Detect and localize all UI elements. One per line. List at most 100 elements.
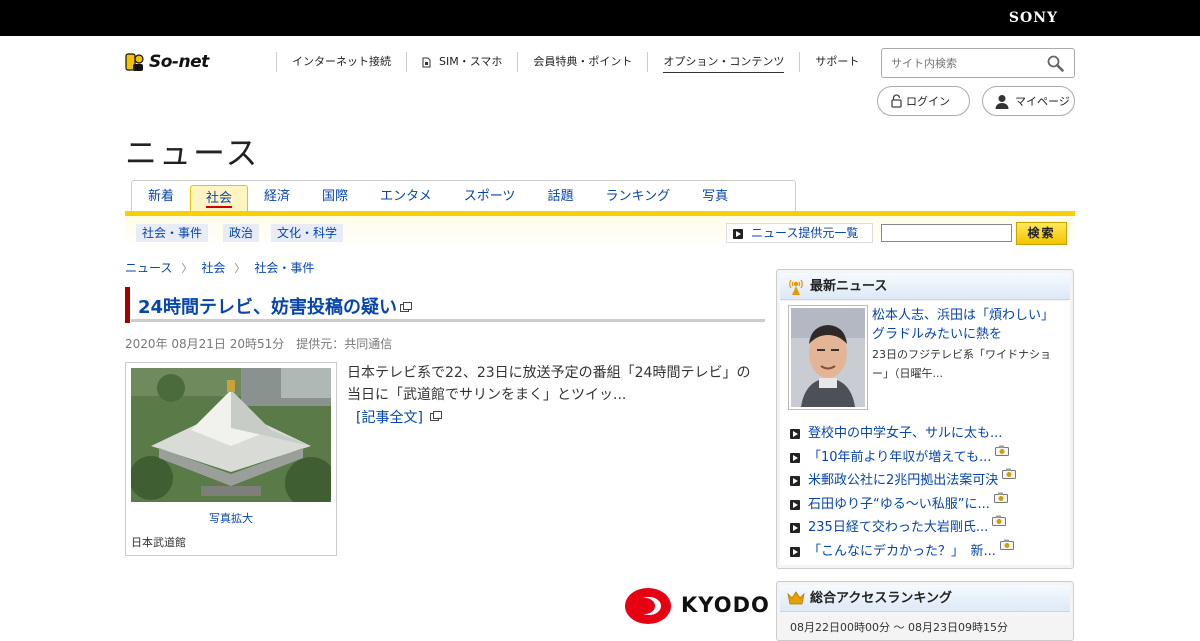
nav-support[interactable]: サポート <box>799 52 874 72</box>
subtag-society-incidents[interactable]: 社会・事件 <box>136 224 209 242</box>
list-item[interactable]: 石田ゆり子“ゆる～い私服”に... <box>787 492 1067 517</box>
nav-sim[interactable]: SIM・スマホ <box>406 52 517 72</box>
access-ranking-box: 総合アクセスランキング 08月22日00時00分 ～ 08月23日09時15分 <box>776 581 1074 641</box>
list-item[interactable]: 「10年前より年収が増えても... <box>787 445 1067 470</box>
latest-news-box: 最新ニュース 松本人志、浜田は「煩わしい」グラドルみたいに熱を 23日のフジテレ… <box>776 269 1074 569</box>
nav-internet[interactable]: インターネット接続 <box>276 52 406 72</box>
list-item[interactable]: 登校中の中学女子、サルに太も... <box>787 422 1067 446</box>
site-search-input[interactable] <box>882 49 1032 77</box>
tab-society[interactable]: 社会 <box>190 185 249 212</box>
feature-news-photo[interactable] <box>788 305 868 410</box>
news-search-input[interactable] <box>881 224 1012 242</box>
photo-caption: 日本武道館 <box>131 536 186 549</box>
tab-sports[interactable]: スポーツ <box>448 181 532 212</box>
nav-options-label: オプション・コンテンツ <box>663 52 785 73</box>
arrow-right-icon <box>790 452 800 463</box>
chevron-right-icon: 〉 <box>234 261 246 275</box>
sonet-logo[interactable]: So-net <box>124 48 224 76</box>
tab-society-label: 社会 <box>206 191 233 208</box>
arrow-right-icon <box>790 429 800 439</box>
tab-latest[interactable]: 新着 <box>132 181 190 212</box>
list-item[interactable]: 「こんなにデカかった？」 新... <box>787 539 1067 564</box>
mypage-button[interactable]: マイページ <box>982 86 1075 116</box>
crown-icon <box>787 591 805 605</box>
article-title-block: 24時間テレビ、妨害投稿の疑い <box>125 287 765 323</box>
tab-topics-label: 話題 <box>547 189 574 204</box>
camera-icon <box>995 445 1010 456</box>
news-source-list-label: ニュース提供元一覧 <box>751 226 859 240</box>
tab-photos[interactable]: 写真 <box>686 181 744 212</box>
list-item[interactable]: 235日経て交わった大岩剛氏... <box>787 515 1067 540</box>
feature-news-link[interactable]: 松本人志、浜田は「煩わしい」グラドルみたいに熱を <box>872 306 1062 344</box>
mypage-label: マイページ <box>1015 95 1070 108</box>
person-photo-illustration <box>791 308 865 407</box>
tab-economy-label: 経済 <box>264 189 291 204</box>
article-title: 24時間テレビ、妨害投稿の疑い <box>138 297 398 318</box>
category-tabs: 新着 社会 経済 国際 エンタメ スポーツ 話題 ランキング 写真 <box>131 180 796 212</box>
search-icon[interactable] <box>1047 55 1064 72</box>
site-search <box>881 48 1075 78</box>
latest-news-list: 登校中の中学女子、サルに太も... 「10年前より年収が増えても... 米郵政公… <box>787 422 1067 564</box>
full-article-label: [記事全文] <box>356 410 423 426</box>
article-photo-box: 写真拡大 日本武道館 <box>125 362 337 556</box>
article-title-link[interactable]: 24時間テレビ、妨害投稿の疑い <box>138 293 413 319</box>
tab-photos-label: 写真 <box>702 189 729 204</box>
tab-international[interactable]: 国際 <box>306 181 364 212</box>
nav-benefits[interactable]: 会員特典・ポイント <box>517 52 647 72</box>
nav-benefits-label: 会員特典・ポイント <box>533 55 633 68</box>
access-ranking-header: 総合アクセスランキング <box>780 585 1070 612</box>
title-underline <box>131 319 765 322</box>
lock-icon <box>891 94 902 108</box>
photo-enlarge-link[interactable]: 写真拡大 <box>126 510 336 526</box>
camera-icon <box>992 515 1007 527</box>
news-source-list-link[interactable]: ニュース提供元一覧 <box>726 223 873 243</box>
user-icon <box>995 95 1009 109</box>
kyodo-logo: KYODO <box>624 586 769 626</box>
budokan-photo-illustration <box>131 368 331 502</box>
tab-entertainment[interactable]: エンタメ <box>364 181 448 212</box>
tab-sports-label: スポーツ <box>463 189 516 204</box>
feature-news-summary: 23日のフジテレビ系「ワイドナショー」（日曜午... <box>872 348 1051 380</box>
sony-topbar: SONY <box>0 0 1200 36</box>
tab-economy[interactable]: 経済 <box>248 181 306 212</box>
page-title: ニュース <box>125 134 260 172</box>
list-item[interactable]: 米郵政公社に2兆円拠出法案可決 <box>787 468 1067 493</box>
login-label: ログイン <box>906 95 950 108</box>
article-lead: 日本テレビ系で22、23日に放送予定の番組「24時間テレビ」の当日に「武道館でサ… <box>347 365 751 403</box>
latest-news-content: 松本人志、浜田は「煩わしい」グラドルみたいに熱を 23日のフジテレビ系「ワイドナ… <box>780 301 1070 565</box>
camera-icon <box>993 492 1008 503</box>
ranking-period: 08月22日00時00分 ～ 08月23日09時15分 <box>790 621 1008 634</box>
news-search-button[interactable]: 検索 <box>1016 222 1067 245</box>
subtag-culture-science[interactable]: 文化・科学 <box>271 224 344 242</box>
tab-topics[interactable]: 話題 <box>531 181 589 212</box>
tab-international-label: 国際 <box>322 189 349 204</box>
tab-ranking[interactable]: ランキング <box>589 181 686 212</box>
latest-news-header: 最新ニュース <box>780 273 1070 300</box>
breadcrumb-society[interactable]: 社会 <box>201 259 225 276</box>
news-item-title: 「10年前より年収が増えても... <box>808 449 992 465</box>
arrow-right-icon <box>733 229 743 239</box>
login-button[interactable]: ログイン <box>877 86 970 116</box>
kyodo-logo-text: KYODO <box>681 593 770 617</box>
kyodo-logo-mark-icon <box>625 588 671 624</box>
nav-support-label: サポート <box>815 55 860 68</box>
news-item-title: 米郵政公社に2兆円拠出法案可決 <box>808 473 999 489</box>
breadcrumb-society-incidents[interactable]: 社会・事件 <box>254 259 314 276</box>
full-article-link[interactable]: [記事全文] <box>356 407 442 427</box>
global-nav: インターネット接続 SIM・スマホ 会員特典・ポイント オプション・コンテンツ … <box>276 52 874 73</box>
nav-options[interactable]: オプション・コンテンツ <box>647 52 799 73</box>
camera-icon <box>1002 468 1017 480</box>
nav-internet-label: インターネット接続 <box>292 55 391 68</box>
external-link-icon <box>429 411 442 421</box>
arrow-right-icon <box>790 546 800 557</box>
article-photo[interactable] <box>131 368 331 502</box>
news-item-title: 「こんなにデカかった？」 新... <box>808 543 996 559</box>
sonet-logo-mark-icon <box>125 53 144 71</box>
sony-logo[interactable]: SONY <box>1009 10 1058 26</box>
arrow-right-icon <box>790 476 800 487</box>
tab-latest-label: 新着 <box>148 189 175 204</box>
breadcrumb-news[interactable]: ニュース <box>125 259 172 276</box>
sim-card-icon <box>422 57 431 67</box>
tab-entertainment-label: エンタメ <box>380 189 432 204</box>
subtag-politics[interactable]: 政治 <box>223 224 260 242</box>
